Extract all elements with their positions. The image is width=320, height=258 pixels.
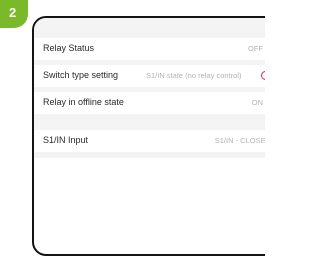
s1-input-row: S1/IN Input S1/IN - CLOSED [34, 130, 265, 152]
switch-type-setting-label: Switch type setting [43, 70, 119, 80]
relay-offline-state-row[interactable]: Relay in offline state ON > [34, 92, 265, 114]
switch-type-setting-value: S1/IN state (no relay control) [146, 71, 242, 80]
switch-type-setting-row: Switch type setting S1/IN state (no rela… [34, 65, 265, 87]
phone-screen-frame: Relay Status OFF > Switch type setting S… [32, 16, 265, 256]
relay-offline-state-value: ON [251, 98, 263, 107]
relay-status-label: Relay Status [43, 43, 95, 53]
relay-status-row[interactable]: Relay Status OFF > [34, 38, 265, 60]
s1-input-value: S1/IN - CLOSED [214, 136, 265, 145]
step-number: 2 [9, 5, 17, 20]
s1-input-label: S1/IN Input [43, 135, 89, 145]
relay-status-value: OFF [248, 44, 263, 53]
relay-offline-state-label: Relay in offline state [43, 97, 124, 107]
settings-screen: Relay Status OFF > Switch type setting S… [34, 18, 265, 158]
step-number-badge: 2 [0, 0, 28, 28]
toggle-switch-icon[interactable] [261, 71, 265, 80]
instruction-figure: 2 Relay Status OFF > Switch type setting… [0, 0, 265, 258]
